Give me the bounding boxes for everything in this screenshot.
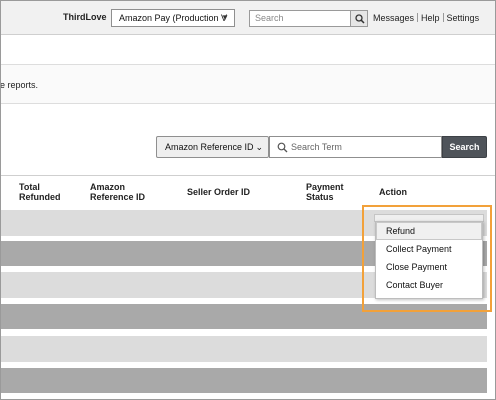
notice-text: e reports. <box>0 80 39 90</box>
table-row[interactable] <box>1 368 487 393</box>
table-row[interactable] <box>1 336 487 362</box>
divider <box>417 13 419 22</box>
search-button[interactable]: Search <box>442 136 487 158</box>
help-link[interactable]: Help <box>421 13 440 23</box>
action-dropdown-menu: Refund Collect Payment Close Payment Con… <box>375 221 483 299</box>
global-search-button[interactable] <box>350 10 368 27</box>
search-type-value: Amazon Reference ID <box>165 142 254 152</box>
top-navigation-bar: ThirdLove Amazon Pay (Production V ▼ Sea… <box>1 1 495 35</box>
table-header: Total Refunded Amazon Reference ID Selle… <box>1 175 495 209</box>
account-selector[interactable]: Amazon Pay (Production V ▼ <box>111 9 235 27</box>
search-type-select[interactable]: Amazon Reference ID ⌄ <box>156 136 269 158</box>
menu-item-close-payment[interactable]: Close Payment <box>376 258 482 276</box>
menu-item-refund[interactable]: Refund <box>376 222 482 240</box>
table-row[interactable] <box>1 304 487 329</box>
search-term-input[interactable]: Search Term <box>269 136 442 158</box>
settings-link[interactable]: Settings <box>447 13 480 23</box>
search-term-placeholder: Search Term <box>291 142 342 152</box>
seller-name: ThirdLove <box>63 12 107 22</box>
search-icon <box>355 14 365 24</box>
search-icon <box>277 142 288 153</box>
divider <box>442 13 444 22</box>
caret-down-icon: ▼ <box>221 13 229 22</box>
payments-page: ThirdLove Amazon Pay (Production V ▼ Sea… <box>0 0 496 400</box>
column-amazon-reference-id: Amazon Reference ID <box>90 182 146 202</box>
account-selector-value: Amazon Pay (Production V <box>119 13 228 23</box>
column-total-refunded: Total Refunded <box>19 182 61 202</box>
menu-item-collect-payment[interactable]: Collect Payment <box>376 240 482 258</box>
menu-item-contact-buyer[interactable]: Contact Buyer <box>376 276 482 294</box>
messages-link[interactable]: Messages <box>373 13 414 23</box>
column-seller-order-id: Seller Order ID <box>187 187 251 197</box>
notice-panel: e reports. <box>0 64 495 104</box>
column-action: Action <box>379 187 407 197</box>
column-payment-status: Payment Status <box>306 182 344 202</box>
global-search-input[interactable]: Search <box>249 10 350 27</box>
header-links: Messages Help Settings <box>373 13 479 23</box>
chevron-down-icon: ⌄ <box>255 142 263 152</box>
